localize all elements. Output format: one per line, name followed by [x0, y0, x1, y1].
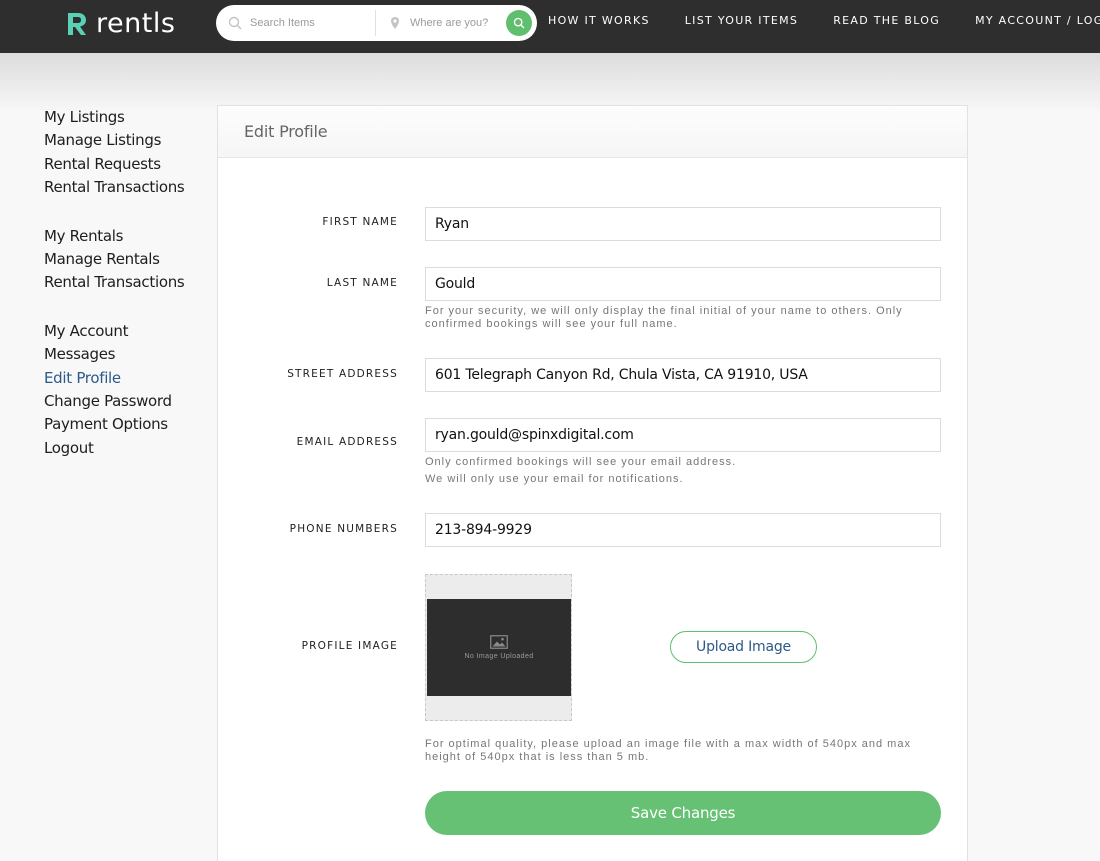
- nav-how-it-works[interactable]: How it works: [548, 14, 650, 27]
- sidebar-item-messages[interactable]: Messages: [44, 343, 204, 366]
- first-name-field[interactable]: [425, 207, 941, 241]
- sidebar-item-rental-requests[interactable]: Rental Requests: [44, 153, 204, 176]
- location-pin-icon: [391, 17, 399, 29]
- nav-list-your-items[interactable]: List your items: [685, 14, 798, 27]
- profile-image-label: Profile Image: [301, 640, 398, 652]
- sidebar-group-account: My Account Messages Edit Profile Change …: [44, 320, 204, 460]
- main-nav: How it works List your items Read the bl…: [548, 14, 1100, 27]
- sidebar-item-payment-options[interactable]: Payment Options: [44, 413, 204, 436]
- upload-image-button[interactable]: Upload Image: [670, 631, 817, 663]
- sidebar-item-my-account[interactable]: My Account: [44, 320, 204, 343]
- page-title: Edit Profile: [244, 122, 328, 141]
- search-icon: [513, 17, 525, 29]
- account-sidebar: My Listings Manage Listings Rental Reque…: [44, 106, 204, 485]
- sidebar-item-edit-profile[interactable]: Edit Profile: [44, 367, 204, 390]
- logo-text: rentls: [96, 8, 176, 39]
- search-submit-button[interactable]: [506, 10, 532, 36]
- save-changes-button[interactable]: Save Changes: [425, 791, 941, 835]
- logo-mark-icon: [68, 13, 86, 35]
- last-name-field[interactable]: [425, 267, 941, 301]
- sidebar-item-logout[interactable]: Logout: [44, 437, 204, 460]
- search-icon: [228, 16, 242, 30]
- search-bar: [216, 5, 537, 41]
- sidebar-item-manage-rentals[interactable]: Manage Rentals: [44, 248, 204, 271]
- image-icon: [490, 635, 508, 649]
- top-navbar: rentls How it works List your items: [0, 0, 1100, 53]
- sidebar-item-listing-rental-transactions[interactable]: Rental Transactions: [44, 176, 204, 199]
- profile-image-placeholder: No Image Uploaded: [427, 599, 571, 696]
- sidebar-item-my-listings[interactable]: My Listings: [44, 106, 204, 129]
- search-location-segment: [376, 5, 506, 41]
- profile-image-hint: For optimal quality, please upload an im…: [425, 738, 911, 763]
- sidebar-item-rental-transactions[interactable]: Rental Transactions: [44, 271, 204, 294]
- first-name-label: First Name: [322, 216, 398, 228]
- street-address-field[interactable]: [425, 358, 941, 392]
- nav-my-account-logout[interactable]: My account / Logout: [975, 14, 1100, 27]
- street-address-label: Street Address: [287, 368, 398, 380]
- header-shadow-band: [0, 53, 1100, 113]
- profile-image-preview: No Image Uploaded: [425, 574, 572, 721]
- last-name-label: Last Name: [326, 277, 398, 289]
- panel-header: Edit Profile: [218, 106, 967, 158]
- sidebar-group-rentals: My Rentals Manage Rentals Rental Transac…: [44, 225, 204, 295]
- email-address-label: Email Address: [296, 436, 398, 448]
- search-items-segment: [216, 10, 376, 36]
- sidebar-group-listings: My Listings Manage Listings Rental Reque…: [44, 106, 204, 200]
- nav-read-the-blog[interactable]: Read the blog: [833, 14, 940, 27]
- sidebar-item-my-rentals[interactable]: My Rentals: [44, 225, 204, 248]
- email-hint-visibility: Only confirmed bookings will see your em…: [425, 456, 737, 468]
- email-field[interactable]: [425, 418, 941, 452]
- logo[interactable]: rentls: [66, 9, 175, 39]
- no-image-text: No Image Uploaded: [464, 653, 534, 660]
- last-name-hint: For your security, we will only display …: [425, 305, 903, 330]
- sidebar-item-manage-listings[interactable]: Manage Listings: [44, 129, 204, 152]
- edit-profile-panel: Edit Profile First Name Last Name For yo…: [217, 105, 968, 861]
- phone-field[interactable]: [425, 513, 941, 547]
- email-hint-notifications: We will only use your email for notifica…: [425, 473, 684, 485]
- sidebar-item-change-password[interactable]: Change Password: [44, 390, 204, 413]
- phone-numbers-label: Phone Numbers: [289, 523, 398, 535]
